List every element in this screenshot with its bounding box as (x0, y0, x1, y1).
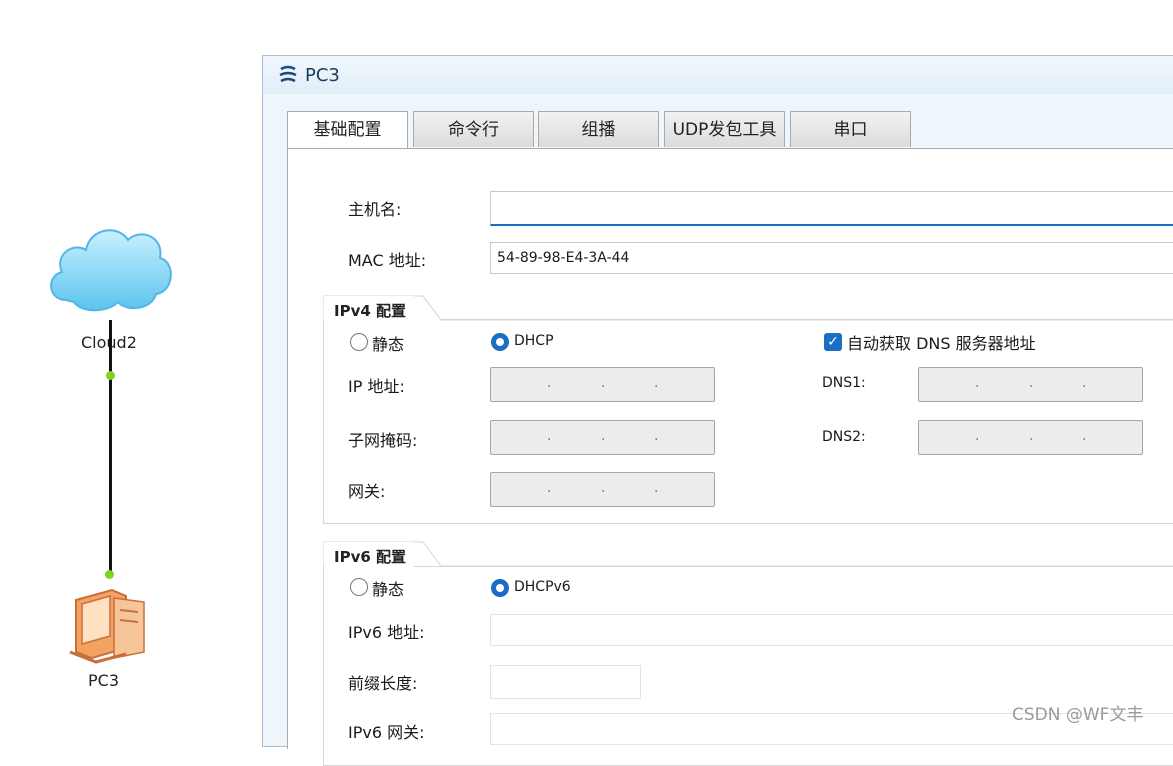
tab-multicast[interactable]: 组播 (538, 111, 659, 147)
ip-address-input[interactable]: ... (490, 367, 715, 402)
tab-basic-config[interactable]: 基础配置 (287, 111, 408, 149)
basic-config-panel: 主机名: MAC 地址: 54-89-98-E4-3A-44 IPv4 配置 静… (287, 148, 1173, 766)
ipv6-dhcpv6-label: DHCPv6 (514, 579, 571, 595)
ipv6-static-radio[interactable] (350, 578, 368, 596)
pc-config-window: PC3 基础配置 命令行 组播 UDP发包工具 串口 主机名: MAC 地址: … (262, 55, 1173, 766)
ipv4-group-title: IPv4 配置 (324, 296, 414, 326)
gateway-label: 网关: (348, 482, 386, 501)
prefix-length-label: 前缀长度: (348, 674, 418, 693)
ipv6-address-input[interactable] (490, 614, 1173, 646)
auto-dns-label: 自动获取 DNS 服务器地址 (847, 334, 1036, 353)
tab-udp-tool[interactable]: UDP发包工具 (664, 111, 785, 147)
ipv6-group-title: IPv6 配置 (324, 542, 414, 572)
pc-icon[interactable] (66, 586, 146, 668)
network-app-icon (279, 65, 297, 83)
hostname-label: 主机名: (348, 200, 402, 219)
subnet-mask-input[interactable]: ... (490, 420, 715, 455)
ipv6-gateway-label: IPv6 网关: (348, 723, 425, 742)
pc-label: PC3 (88, 671, 119, 690)
prefix-length-input[interactable] (490, 665, 641, 699)
dns2-input[interactable]: ... (918, 420, 1143, 455)
window-titlebar[interactable]: PC3 (263, 56, 1173, 94)
link-cable[interactable] (109, 320, 112, 578)
window-title: PC3 (305, 65, 340, 86)
ipv6-address-label: IPv6 地址: (348, 623, 425, 642)
mac-address-field[interactable]: 54-89-98-E4-3A-44 (490, 242, 1173, 274)
ipv4-dhcp-label: DHCP (514, 333, 554, 349)
watermark: CSDN @WF文丰 (1012, 705, 1144, 725)
tab-command-line[interactable]: 命令行 (413, 111, 534, 147)
port-indicator-cloud (106, 371, 115, 380)
ipv4-static-label: 静态 (372, 335, 405, 354)
ipv4-dhcp-radio[interactable] (491, 333, 509, 351)
mac-label: MAC 地址: (348, 251, 427, 270)
auto-dns-checkbox[interactable]: ✓ (824, 333, 842, 351)
gateway-input[interactable]: ... (490, 472, 715, 507)
hostname-input[interactable] (490, 191, 1173, 226)
port-indicator-pc (105, 570, 114, 579)
dns1-input[interactable]: ... (918, 367, 1143, 402)
ipv6-static-label: 静态 (372, 580, 405, 599)
subnet-mask-label: 子网掩码: (348, 431, 418, 450)
ipv4-group-tab-shape (323, 295, 1173, 321)
ip-address-label: IP 地址: (348, 377, 405, 396)
topology-canvas: Cloud2 PC3 (0, 0, 262, 732)
ipv4-static-radio[interactable] (350, 333, 368, 351)
dns2-label: DNS2: (822, 429, 866, 445)
ipv6-dhcpv6-radio[interactable] (491, 579, 509, 597)
cloud-icon[interactable] (44, 214, 176, 320)
ipv6-group-tab-shape (323, 541, 1173, 567)
tab-serial[interactable]: 串口 (790, 111, 911, 147)
dns1-label: DNS1: (822, 375, 866, 391)
